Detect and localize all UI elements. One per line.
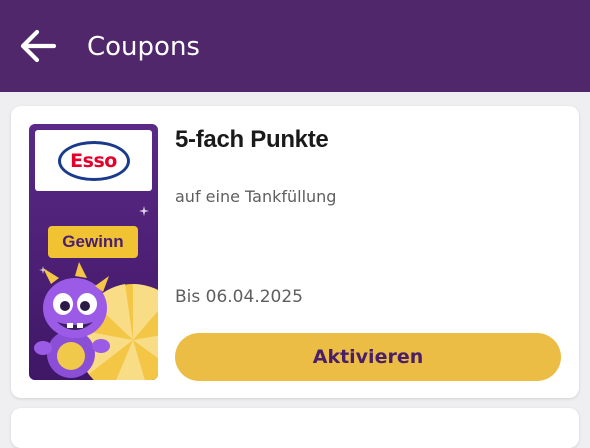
esso-logo: Esso [57,140,130,181]
page-title: Coupons [87,32,200,62]
mascot-illustration [34,262,158,380]
activate-button[interactable]: Aktivieren [175,333,561,381]
app-bar: Coupons [0,0,590,92]
arrow-left-icon [20,29,57,63]
coupon-card-next[interactable] [11,408,579,448]
coupon-image: Esso Gewinn [29,124,158,380]
brand-logo: Esso [35,130,152,191]
back-button[interactable] [18,28,58,64]
sparkle-icon [139,206,149,216]
coupon-subtitle: auf eine Tankfüllung [175,187,337,206]
coupon-validity: Bis 06.04.2025 [175,287,303,307]
coupon-title: 5-fach Punkte [175,126,329,153]
promo-badge: Gewinn [48,226,138,258]
